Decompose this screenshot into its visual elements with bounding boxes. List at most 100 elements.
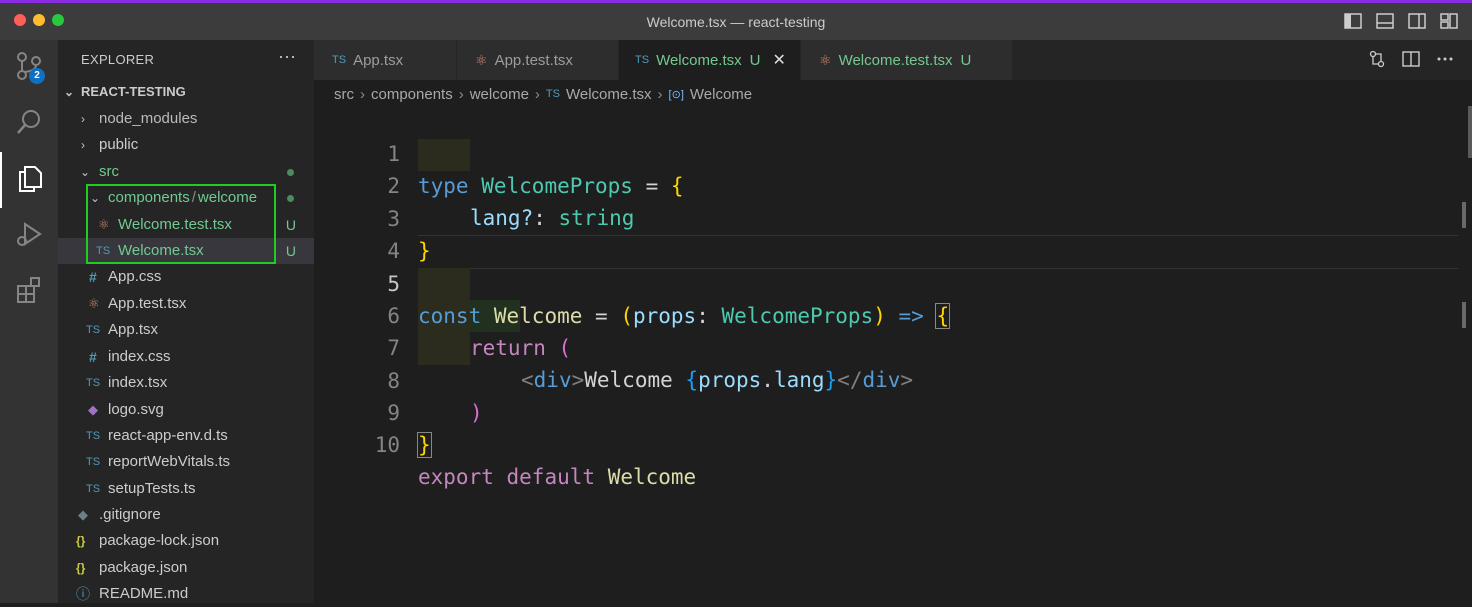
- activity-bar: 2: [0, 40, 58, 603]
- breadcrumb-item[interactable]: welcome: [470, 86, 529, 103]
- workspace-folder-label: REACT-TESTING: [81, 84, 186, 99]
- source-control-badge: 2: [29, 68, 45, 84]
- window-title: Welcome.tsx — react-testing: [646, 14, 826, 30]
- breadcrumb-separator: ›: [360, 85, 365, 103]
- search-button[interactable]: [0, 96, 58, 152]
- code-line: 3 }: [314, 171, 1472, 263]
- tree-file-index-css[interactable]: # index.css: [58, 344, 314, 370]
- tree-file-report-web-vitals[interactable]: TS reportWebVitals.ts: [58, 449, 314, 475]
- split-editor-icon[interactable]: [1402, 50, 1420, 73]
- tree-file-app-test-tsx[interactable]: ⚛ App.test.tsx: [58, 291, 314, 317]
- tab-welcome-tsx[interactable]: TS Welcome.tsx U ✕: [619, 40, 801, 80]
- search-icon: [15, 108, 43, 141]
- code-line: 9 }: [314, 365, 1472, 458]
- tree-item-label: package.json: [99, 559, 188, 576]
- react-file-icon: ⚛: [88, 296, 100, 311]
- json-file-icon: {}: [76, 561, 86, 575]
- code-token: }: [417, 432, 432, 458]
- breadcrumb-item[interactable]: src: [334, 86, 354, 103]
- extensions-icon: [15, 276, 43, 309]
- chevron-down-icon: ⌄: [64, 85, 75, 99]
- tab-app-test-tsx[interactable]: ⚛ App.test.tsx: [457, 40, 619, 80]
- breadcrumb: src › components › welcome › TS Welcome.…: [334, 84, 752, 104]
- breadcrumb-item[interactable]: Welcome: [690, 86, 752, 103]
- explorer-sidebar: EXPLORER ··· ⌄ REACT-TESTING › node_modul…: [58, 40, 314, 603]
- workspace-folder[interactable]: ⌄ REACT-TESTING: [64, 84, 186, 99]
- run-debug-button[interactable]: [0, 208, 58, 264]
- untracked-status: U: [285, 243, 296, 259]
- tree-file-logo-svg[interactable]: ◆ logo.svg: [58, 397, 314, 423]
- editor-tabs: TS App.tsx ⚛ App.test.tsx TS Welcome.tsx U ✕ …: [314, 40, 1472, 80]
- tree-item-label: App.tsx: [108, 321, 159, 338]
- react-file-icon: ⚛: [819, 51, 832, 68]
- tree-file-package-json[interactable]: {} package.json: [58, 555, 314, 581]
- tree-folder-node-modules[interactable]: › node_modules: [58, 106, 314, 132]
- untracked-status: U: [749, 51, 761, 69]
- css-file-icon: #: [89, 269, 97, 285]
- open-changes-icon[interactable]: [1368, 50, 1386, 73]
- toggle-panel-icon[interactable]: [1376, 12, 1394, 30]
- breadcrumb-item[interactable]: components: [371, 86, 453, 103]
- tree-file-welcome-test-tsx[interactable]: ⚛ Welcome.test.tsx U: [58, 212, 314, 238]
- variable-symbol-icon: [⊙]: [668, 88, 684, 101]
- typescript-file-icon: TS: [86, 456, 101, 468]
- untracked-status: U: [285, 217, 296, 233]
- chevron-right-icon: ›: [81, 112, 85, 126]
- tree-file-index-tsx[interactable]: TS index.tsx: [58, 370, 314, 396]
- typescript-file-icon: TS: [635, 54, 650, 66]
- code-token: default: [506, 465, 596, 489]
- tree-folder-components-welcome[interactable]: ⌄ components / welcome: [58, 185, 314, 211]
- toggle-primary-sidebar-icon[interactable]: [1344, 12, 1362, 30]
- more-actions-icon[interactable]: [1436, 50, 1454, 73]
- tab-label: Welcome.tsx: [656, 51, 742, 69]
- close-icon[interactable]: ✕: [772, 50, 785, 70]
- customize-layout-icon[interactable]: [1440, 12, 1458, 30]
- tree-item-label: Welcome.test.tsx: [118, 216, 232, 233]
- typescript-file-icon: TS: [86, 483, 101, 495]
- code-line: 10 export default Welcome: [314, 397, 1472, 489]
- explorer-more-actions[interactable]: ···: [278, 46, 296, 67]
- tree-item-label: App.css: [108, 268, 162, 285]
- editor-scrollbar[interactable]: [1468, 106, 1472, 158]
- tree-item-label: Welcome.tsx: [118, 242, 204, 259]
- title-bar: Welcome.tsx — react-testing: [0, 0, 1472, 40]
- tree-item-label: package-lock.json: [99, 532, 220, 549]
- tree-item-label: README.md: [99, 585, 189, 602]
- chevron-down-icon: ⌄: [80, 165, 91, 179]
- tree-file-react-app-env[interactable]: TS react-app-env.d.ts: [58, 423, 314, 449]
- react-file-icon: ⚛: [475, 51, 488, 68]
- code-editor[interactable]: 1 type WelcomeProps = { 2 lang?: string …: [314, 106, 1472, 603]
- tab-welcome-test-tsx[interactable]: ⚛ Welcome.test.tsx U: [801, 40, 1013, 80]
- tree-folder-src[interactable]: ⌄ src: [58, 159, 314, 185]
- code-line: 6 return (: [314, 268, 1472, 360]
- overview-ruler-mark: [1462, 202, 1466, 228]
- explorer-button[interactable]: [0, 152, 58, 208]
- source-control-button[interactable]: 2: [0, 40, 58, 96]
- tree-item-label: src: [99, 163, 119, 180]
- tree-folder-public[interactable]: › public: [58, 132, 314, 158]
- info-file-icon: ⓘ: [76, 586, 90, 602]
- tree-item-label: components: [108, 189, 190, 206]
- code-line: 7 <div>Welcome {props.lang}</div>: [314, 300, 1472, 392]
- files-icon: [16, 163, 44, 198]
- code-line: 5 const Welcome = (props: WelcomeProps) …: [314, 236, 1472, 329]
- tab-label: App.test.tsx: [494, 51, 573, 69]
- code-line: 4: [314, 203, 1472, 263]
- tree-item-label: logo.svg: [108, 401, 164, 418]
- tree-file-welcome-tsx[interactable]: TS Welcome.tsx U: [58, 238, 314, 264]
- extensions-button[interactable]: [0, 264, 58, 320]
- tree-file-app-tsx[interactable]: TS App.tsx: [58, 317, 314, 343]
- modified-dot: [287, 169, 294, 176]
- tree-item-label: public: [99, 136, 139, 153]
- breadcrumb-item[interactable]: Welcome.tsx: [566, 86, 652, 103]
- toggle-secondary-sidebar-icon[interactable]: [1408, 12, 1426, 30]
- tree-file-setup-tests[interactable]: TS setupTests.ts: [58, 476, 314, 502]
- tree-file-gitignore[interactable]: ◆ .gitignore: [58, 502, 314, 528]
- react-file-icon: ⚛: [98, 217, 110, 232]
- tab-app-tsx[interactable]: TS App.tsx: [314, 40, 457, 80]
- tree-file-app-css[interactable]: # App.css: [58, 264, 314, 290]
- tree-file-package-lock-json[interactable]: {} package-lock.json: [58, 528, 314, 554]
- breadcrumb-separator: ›: [657, 85, 663, 103]
- tree-file-readme-md[interactable]: ⓘ README.md: [58, 581, 314, 607]
